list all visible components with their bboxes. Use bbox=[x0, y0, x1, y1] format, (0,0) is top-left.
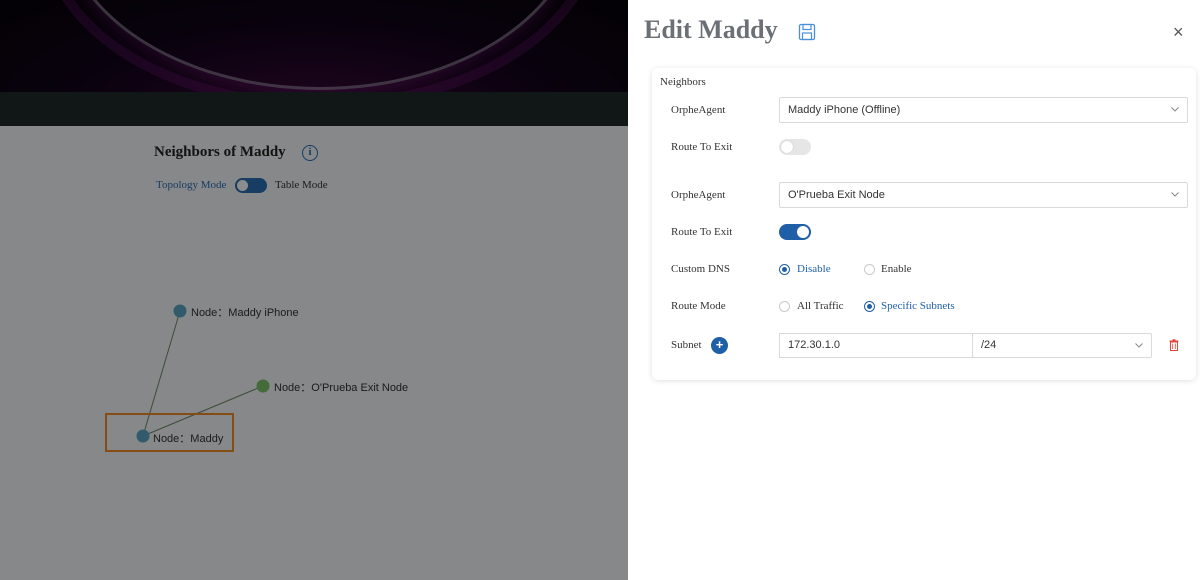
chevron-down-icon bbox=[1135, 343, 1143, 348]
agent-label-1: OrpheAgent bbox=[671, 104, 726, 116]
chevron-down-icon bbox=[1171, 192, 1179, 197]
agent-select-2[interactable]: O'Prueba Exit Node bbox=[779, 182, 1188, 208]
route-all-traffic-label[interactable]: All Traffic bbox=[797, 300, 844, 312]
dns-disable-radio[interactable] bbox=[779, 264, 790, 275]
close-icon[interactable]: × bbox=[1173, 22, 1184, 43]
subnet-label: Subnet bbox=[671, 339, 702, 351]
agent-label-2: OrpheAgent bbox=[671, 189, 726, 201]
route-specific-subnets-label[interactable]: Specific Subnets bbox=[881, 300, 955, 312]
section-label: Neighbors bbox=[660, 76, 706, 88]
route-specific-subnets-radio[interactable] bbox=[864, 301, 875, 312]
dns-enable-radio[interactable] bbox=[864, 264, 875, 275]
route-label-1: Route To Exit bbox=[671, 141, 733, 153]
chevron-down-icon bbox=[1171, 107, 1179, 112]
edit-drawer: Edit Maddy × Neighbors OrpheAgent Maddy … bbox=[628, 0, 1204, 580]
drawer-title: Edit Maddy bbox=[644, 15, 778, 44]
agent-select-value-1: Maddy iPhone (Offline) bbox=[788, 104, 901, 116]
subnet-ip-input[interactable]: 172.30.1.0 bbox=[779, 333, 973, 358]
node-exit[interactable] bbox=[256, 379, 270, 393]
topology-graph bbox=[136, 304, 270, 443]
toggle-knob bbox=[781, 141, 793, 153]
route-mode-label: Route Mode bbox=[671, 300, 726, 312]
custom-dns-label: Custom DNS bbox=[671, 263, 730, 275]
node-label-maddy-iphone: Node：Maddy iPhone bbox=[191, 307, 299, 319]
route-to-exit-toggle-1[interactable] bbox=[779, 139, 811, 155]
route-to-exit-toggle-2[interactable] bbox=[779, 224, 811, 240]
subnet-mask-value: /24 bbox=[981, 339, 997, 351]
agent-select-value-2: O'Prueba Exit Node bbox=[788, 189, 885, 201]
neighbors-card: Neighbors OrpheAgent Maddy iPhone (Offli… bbox=[652, 68, 1196, 380]
background-page: Neighbors of Maddy i Topology Mode Table… bbox=[0, 0, 628, 580]
delete-icon[interactable] bbox=[1169, 339, 1179, 351]
save-icon[interactable] bbox=[798, 23, 816, 41]
dns-enable-label[interactable]: Enable bbox=[881, 263, 912, 275]
node-maddy-iphone[interactable] bbox=[173, 304, 187, 318]
node-label-exit: Node：O'Prueba Exit Node bbox=[274, 382, 409, 394]
subnet-mask-select[interactable]: /24 bbox=[972, 333, 1152, 358]
toggle-knob bbox=[797, 226, 809, 238]
selected-node-highlight bbox=[105, 413, 234, 452]
route-all-traffic-radio[interactable] bbox=[779, 301, 790, 312]
add-subnet-button[interactable]: + bbox=[711, 337, 728, 354]
dns-disable-label[interactable]: Disable bbox=[797, 263, 831, 275]
route-label-2: Route To Exit bbox=[671, 226, 733, 238]
agent-select-1[interactable]: Maddy iPhone (Offline) bbox=[779, 97, 1188, 123]
